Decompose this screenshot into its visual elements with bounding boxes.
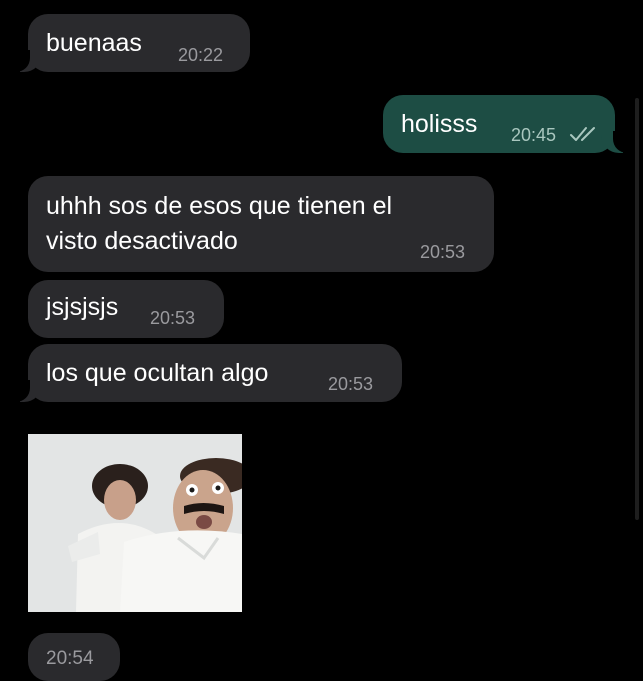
message-text: holisss xyxy=(401,110,478,138)
message-bubble-incoming[interactable]: 20:54 xyxy=(28,633,120,681)
message-text: buenaas xyxy=(46,29,142,57)
message-bubble-incoming[interactable]: jsjsjsjs 20:53 xyxy=(28,280,224,338)
bubble-tail xyxy=(601,131,633,153)
double-check-icon xyxy=(570,127,595,141)
message-text: jsjsjsjs xyxy=(46,293,119,321)
message-text-line: visto desactivado xyxy=(46,227,238,255)
message-bubble-incoming[interactable]: uhhh sos de esos que tienen el visto des… xyxy=(28,176,494,272)
message-time: 20:53 xyxy=(150,308,196,328)
meme-photo-icon xyxy=(28,434,242,612)
message-bubble-outgoing[interactable]: holisss 20:45 xyxy=(383,95,633,153)
message-time: 20:53 xyxy=(420,242,466,262)
bubble-tail xyxy=(10,380,42,402)
message-time: 20:22 xyxy=(178,45,224,65)
message-text: los que ocultan algo xyxy=(46,359,269,387)
scrollbar[interactable] xyxy=(635,98,639,520)
message-bubble-incoming[interactable]: los que ocultan algo 20:53 xyxy=(10,344,402,402)
message-text-line: uhhh sos de esos que tienen el xyxy=(46,192,393,220)
bubble-tail xyxy=(10,50,42,72)
message-time: 20:45 xyxy=(511,125,557,145)
message-image[interactable] xyxy=(28,434,242,612)
message-bubble-incoming[interactable]: buenaas 20:22 xyxy=(10,14,250,72)
message-time: 20:53 xyxy=(328,374,374,394)
chat-thread: buenaas 20:22 holisss 20:45 uhhh sos de … xyxy=(0,0,643,681)
message-time: 20:54 xyxy=(46,648,94,669)
